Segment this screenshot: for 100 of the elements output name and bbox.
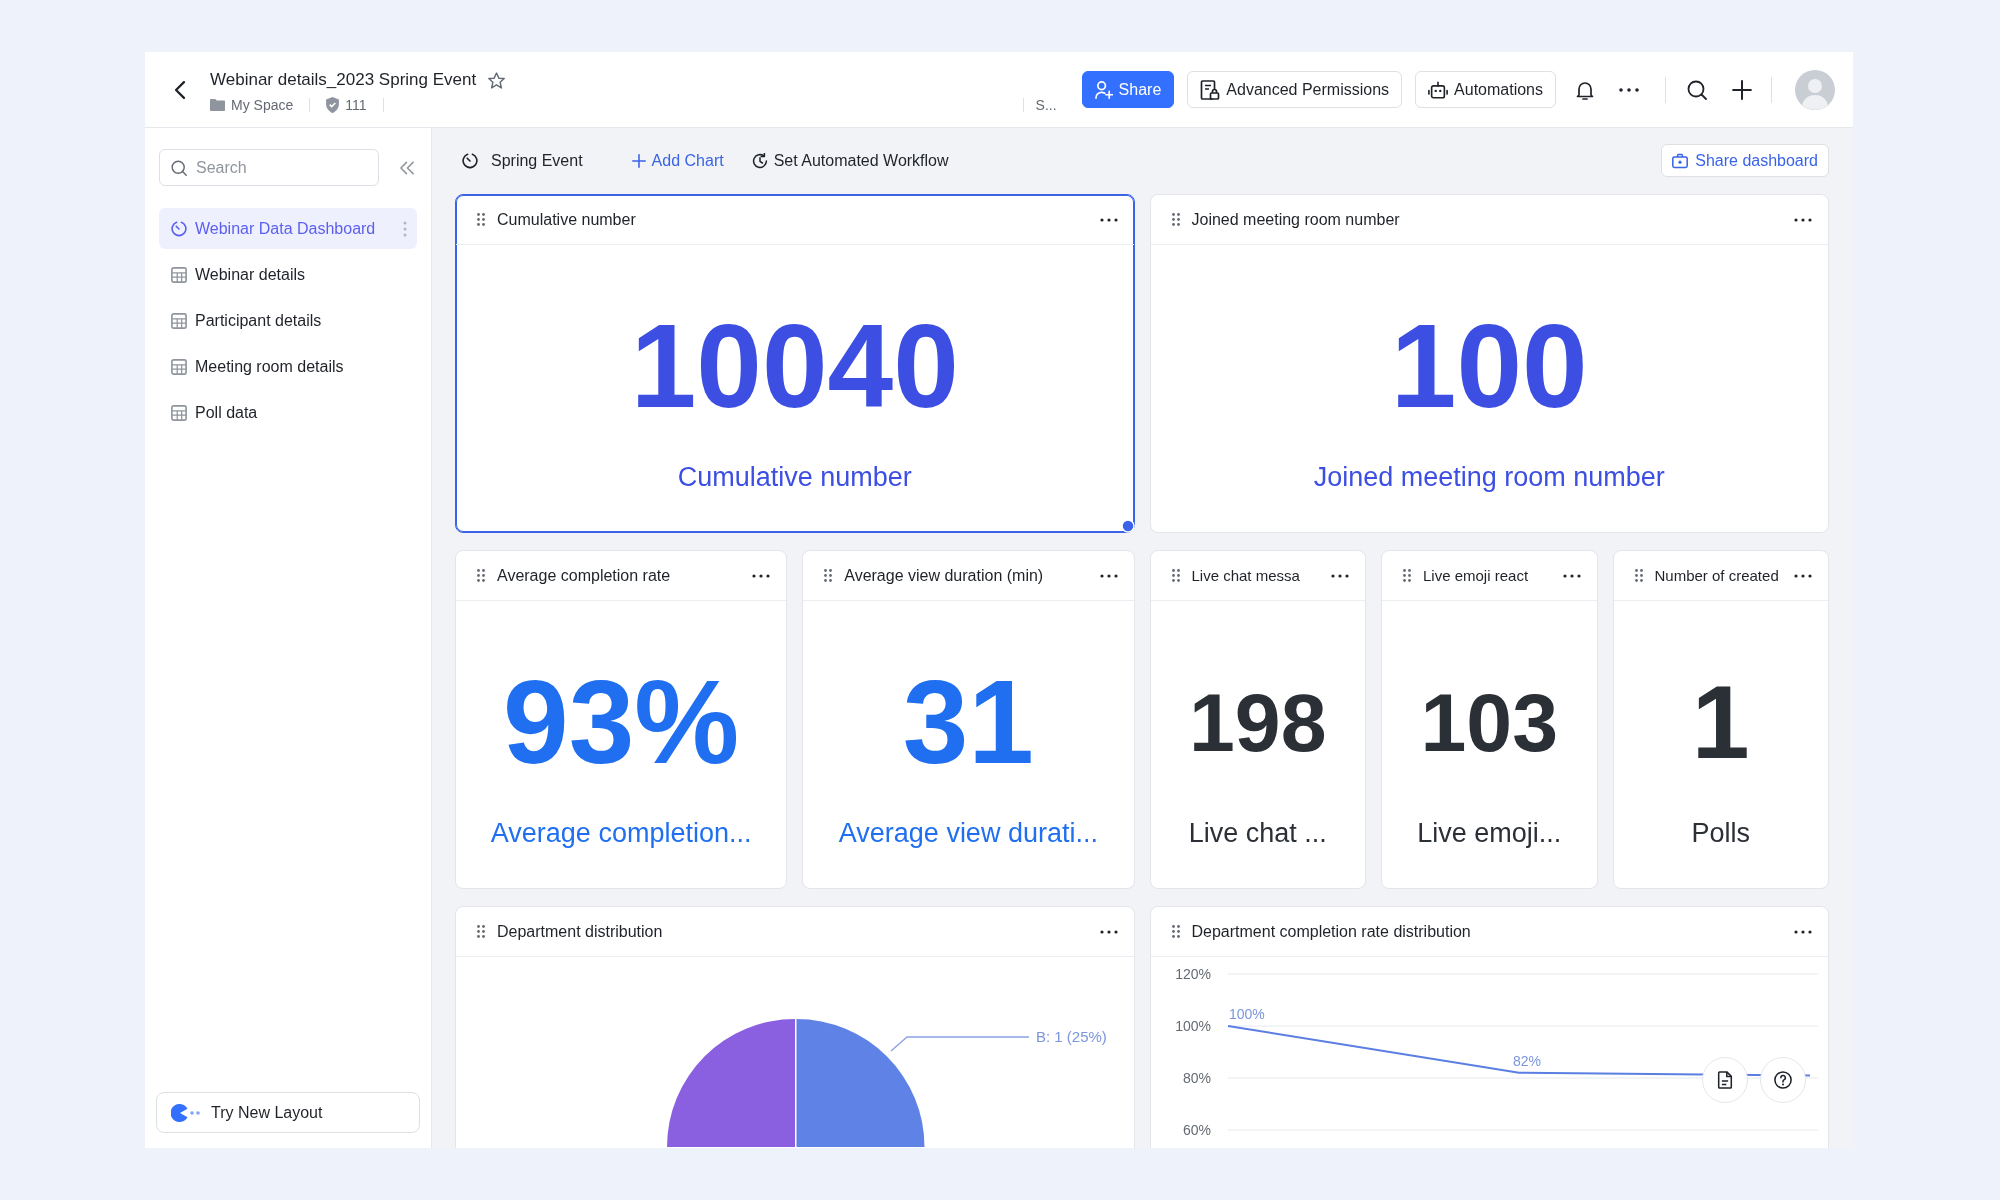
more-icon[interactable] <box>752 573 771 578</box>
folder-icon <box>210 99 225 111</box>
card-title: Cumulative number <box>497 210 637 229</box>
document-lock-icon <box>1200 79 1221 100</box>
briefcase-icon <box>1672 152 1689 169</box>
count-text: 111 <box>345 97 367 113</box>
y-axis-label: 120% <box>1174 966 1211 982</box>
card-title: Average completion rate <box>497 566 672 585</box>
metric-card[interactable]: Average view duration (min) 31 Average view durati... <box>802 550 1135 889</box>
sidebar-item[interactable]: Participant details <box>159 300 417 341</box>
table-icon <box>171 404 187 421</box>
share-button[interactable]: Share <box>1081 71 1175 108</box>
sidebar-item[interactable]: Meeting room details <box>159 346 417 387</box>
more-icon[interactable] <box>1794 573 1812 578</box>
y-axis-label: 80% <box>1182 1070 1211 1086</box>
data-label: 100% <box>1228 1006 1265 1022</box>
add-chart-button[interactable]: Add Chart <box>631 151 724 170</box>
plus-icon[interactable] <box>1732 79 1752 100</box>
search-icon <box>171 159 187 176</box>
dashboard-name: Spring Event <box>491 151 583 170</box>
metric-label: Live emoji... <box>1416 817 1563 850</box>
card-title: Joined meeting room number <box>1191 210 1401 229</box>
drag-handle-icon[interactable] <box>1634 569 1643 582</box>
metric-card[interactable]: Live chat messa 198 Live chat ... <box>1149 550 1366 889</box>
card-title: Number of created <box>1654 567 1780 584</box>
line-chart-card[interactable]: Department completion rate distribution 120% 100% 80% 60% 100% 82% <box>1149 906 1829 1148</box>
try-new-layout-button[interactable]: Try New Layout <box>156 1092 420 1133</box>
search-field[interactable]: Search <box>159 149 379 186</box>
drag-handle-icon[interactable] <box>1171 213 1180 226</box>
resize-handle-icon[interactable] <box>1120 519 1135 533</box>
drag-handle-icon[interactable] <box>1171 569 1180 582</box>
metric-card[interactable]: Number of created 1 Polls <box>1612 550 1829 889</box>
drag-handle-icon[interactable] <box>1171 925 1180 938</box>
metric-label: Average completion... <box>489 817 753 850</box>
bell-icon[interactable] <box>1575 79 1595 100</box>
metric-value: 100 <box>1390 301 1588 431</box>
metric-card[interactable]: Average completion rate 93% Average completion... <box>455 550 788 889</box>
document-button[interactable] <box>1702 1057 1748 1103</box>
more-icon[interactable] <box>1794 217 1812 222</box>
more-icon[interactable] <box>1562 573 1581 578</box>
metric-card[interactable]: Live emoji react 103 Live emoji... <box>1381 550 1598 889</box>
metric-value: 198 <box>1188 675 1327 770</box>
more-icon[interactable] <box>1099 217 1118 222</box>
slice-label: B: 1 (25%) <box>1036 1028 1107 1045</box>
y-axis-label: 100% <box>1174 1018 1211 1034</box>
metric-label: Polls <box>1690 817 1751 850</box>
clock-icon <box>462 152 478 169</box>
pacman-icon <box>171 1103 201 1122</box>
star-icon[interactable] <box>488 71 506 89</box>
share-dashboard-button[interactable]: Share dashboard <box>1661 144 1829 177</box>
drag-handle-icon[interactable] <box>1403 569 1411 582</box>
metric-card[interactable]: Cumulative number 10040 Cumulative number <box>455 194 1135 533</box>
search-icon[interactable] <box>1687 79 1707 100</box>
robot-icon <box>1428 79 1449 100</box>
document-title: Webinar details_2023 Spring Event <box>210 70 477 90</box>
card-title: Average view duration (min) <box>844 566 1045 585</box>
help-button[interactable] <box>1760 1057 1806 1103</box>
status-text: S... <box>1035 97 1057 113</box>
user-plus-icon <box>1094 80 1113 99</box>
clock-icon <box>171 220 187 237</box>
more-icon[interactable] <box>1099 929 1118 934</box>
drag-handle-icon[interactable] <box>477 213 485 226</box>
clock-cycle-icon <box>751 152 768 169</box>
sidebar-item[interactable]: Webinar details <box>159 254 417 295</box>
card-title: Live emoji react <box>1423 567 1530 584</box>
card-title: Department distribution <box>497 922 664 941</box>
metric-label: Live chat ... <box>1187 817 1328 850</box>
sidebar-item[interactable]: Poll data <box>159 392 417 433</box>
permissions-button[interactable]: Advanced Permissions <box>1187 71 1403 108</box>
shield-icon <box>326 97 340 113</box>
location-text[interactable]: My Space <box>231 97 294 113</box>
table-icon <box>171 266 187 283</box>
table-icon <box>171 358 187 375</box>
drag-handle-icon[interactable] <box>824 569 833 582</box>
more-icon[interactable] <box>1099 573 1118 578</box>
metric-value: 10040 <box>630 301 959 431</box>
metric-card[interactable]: Joined meeting room number 100 Joined meeting room number <box>1149 194 1829 533</box>
metric-label: Average view durati... <box>837 817 1099 850</box>
more-icon[interactable] <box>1794 929 1812 934</box>
document-icon <box>1716 1071 1734 1089</box>
card-title: Department completion rate distribution <box>1191 922 1472 941</box>
more-icon[interactable] <box>1619 87 1639 92</box>
drag-handle-icon[interactable] <box>477 925 485 938</box>
table-icon <box>171 312 187 329</box>
help-icon <box>1774 1071 1792 1089</box>
pie-chart-card[interactable]: Department distribution B: 1 (25%) <box>455 906 1135 1148</box>
metric-value: 31 <box>902 657 1034 787</box>
collapse-icon[interactable] <box>399 160 414 175</box>
drag-handle-icon[interactable] <box>477 569 485 582</box>
workflow-button[interactable]: Set Automated Workflow <box>751 151 949 170</box>
automations-button[interactable]: Automations <box>1415 71 1556 108</box>
more-icon[interactable] <box>1331 573 1349 578</box>
card-title: Live chat messa <box>1191 567 1301 584</box>
data-label: 82% <box>1512 1052 1541 1069</box>
metric-label: Cumulative number <box>676 461 913 494</box>
metric-value: 93% <box>503 657 740 787</box>
y-axis-label: 60% <box>1182 1122 1211 1138</box>
metric-label: Joined meeting room number <box>1312 461 1666 494</box>
metric-value: 103 <box>1420 675 1558 770</box>
sidebar-item[interactable]: Webinar Data Dashboard <box>159 208 417 249</box>
